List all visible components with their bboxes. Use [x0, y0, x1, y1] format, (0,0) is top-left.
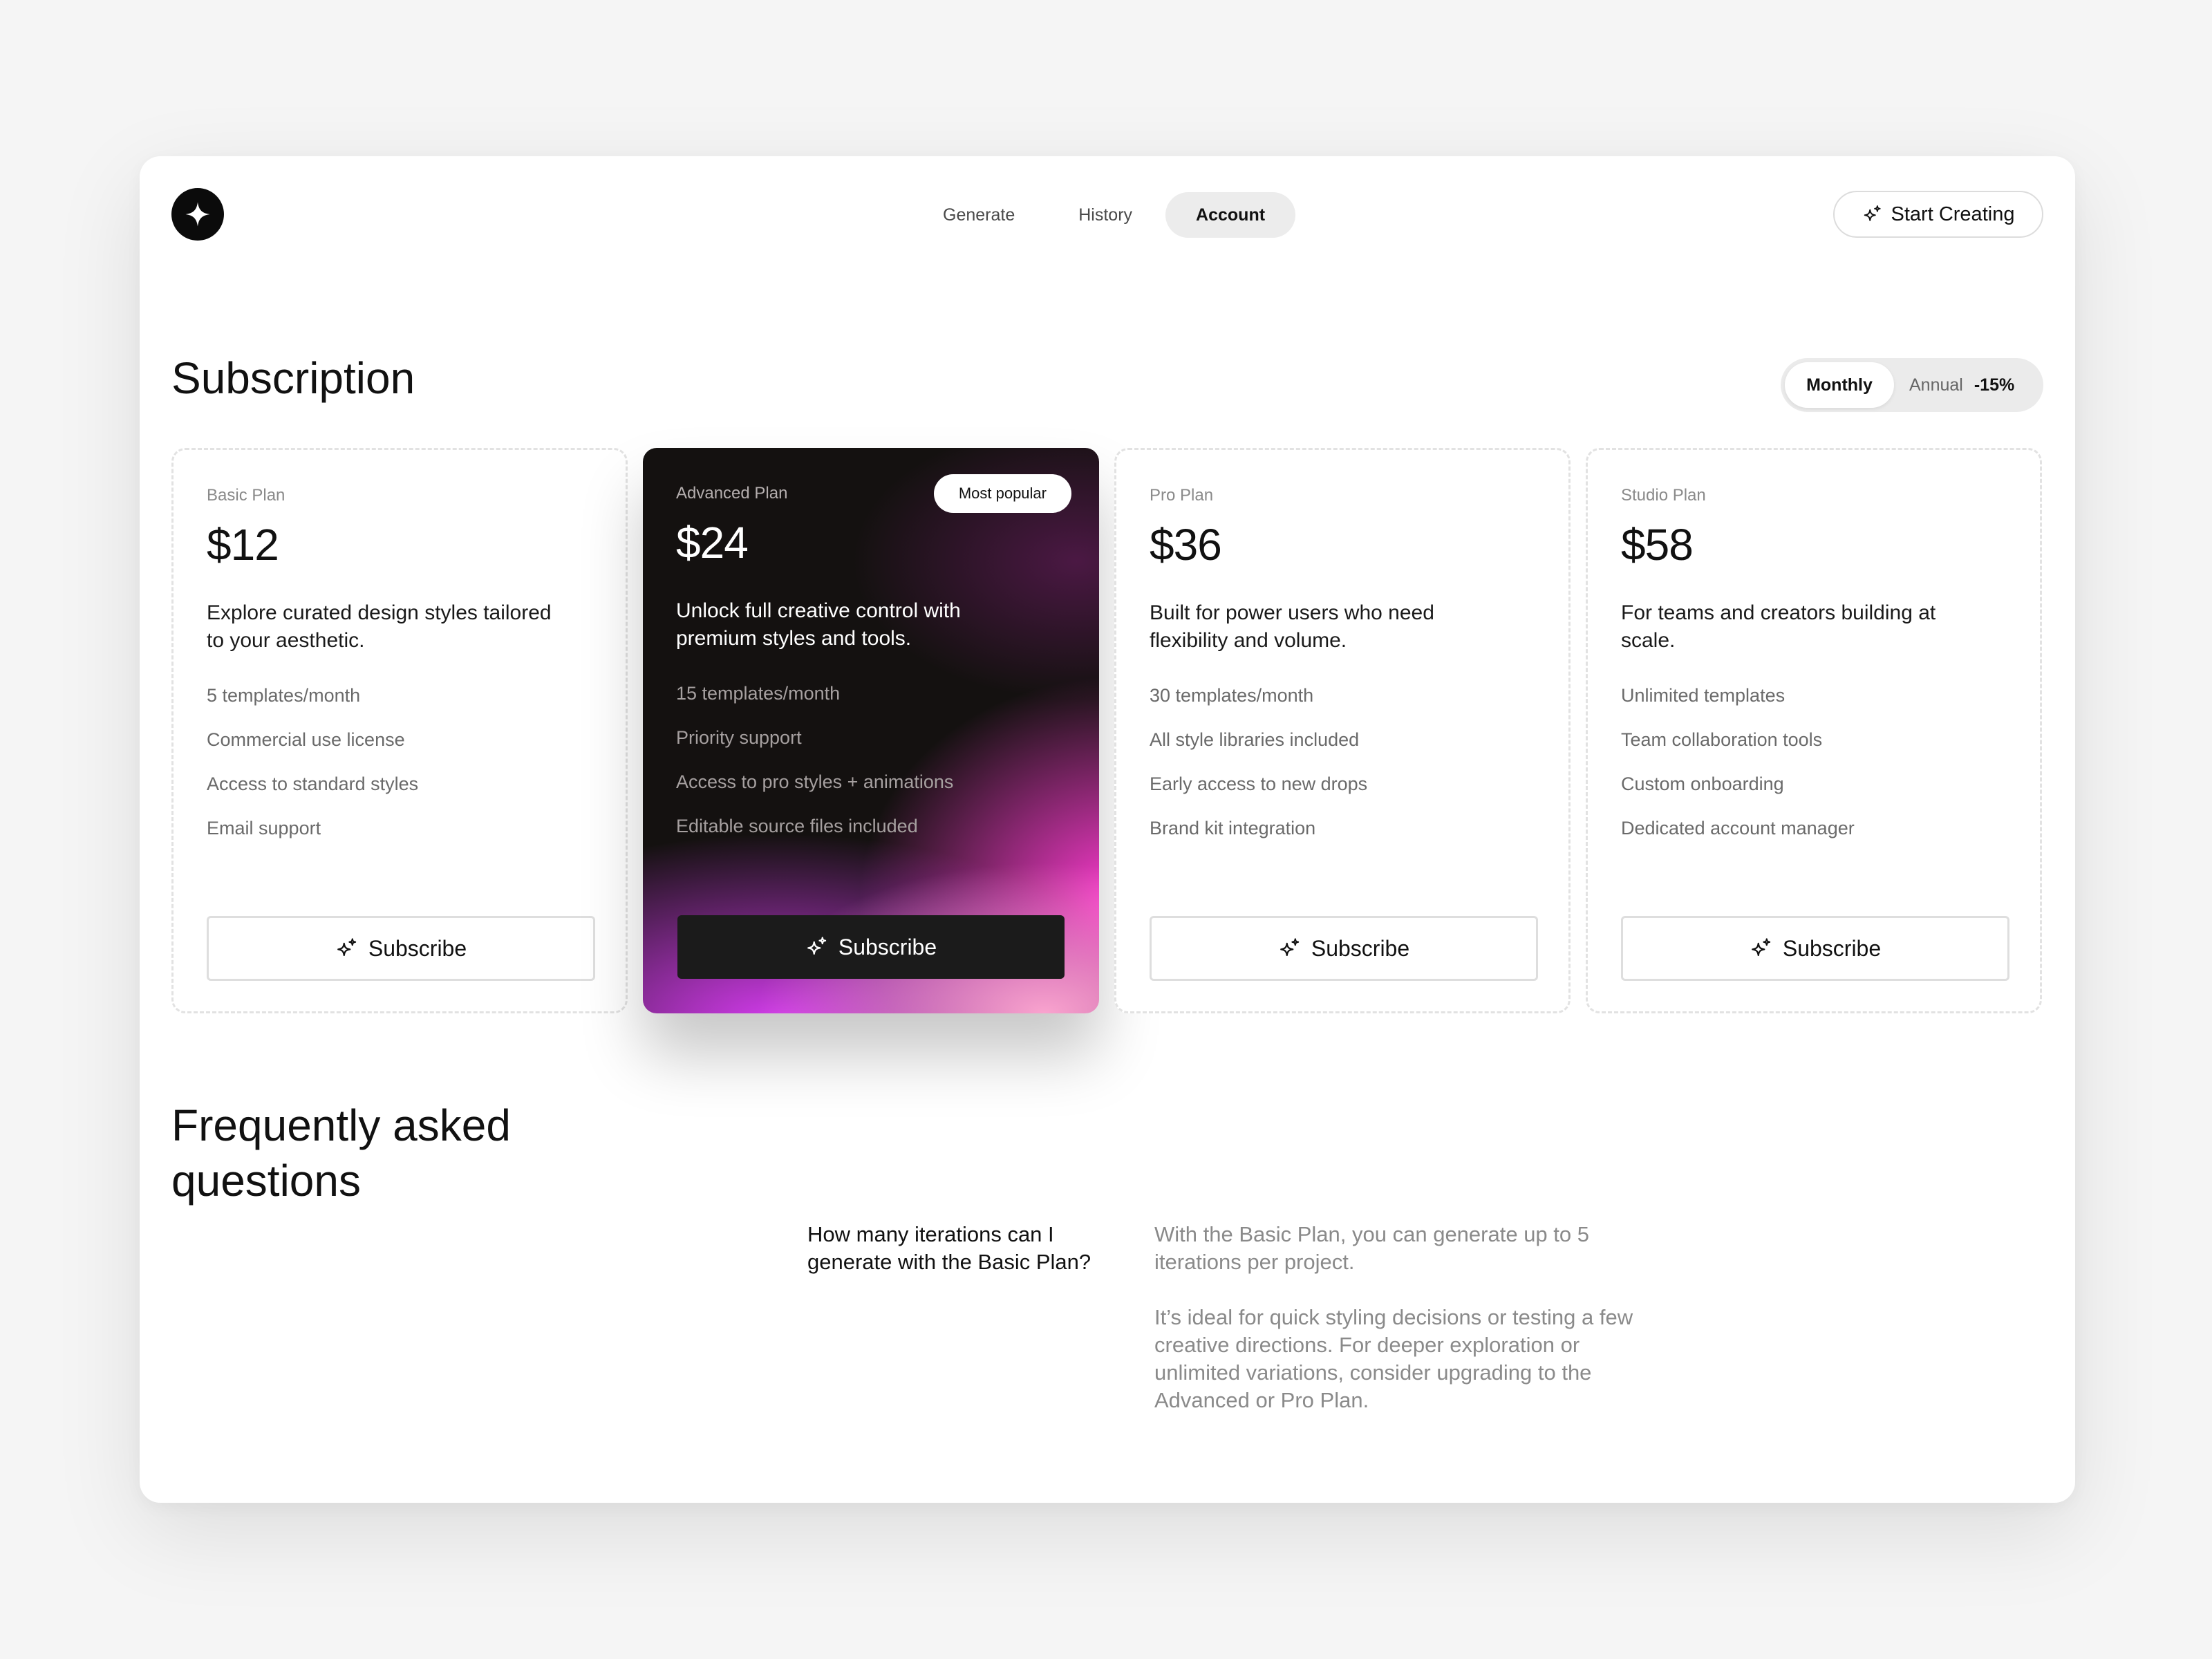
- toggle-annual[interactable]: Annual -15%: [1894, 362, 2014, 408]
- start-creating-button[interactable]: Start Creating: [1833, 191, 2043, 238]
- tab-history[interactable]: History: [1048, 192, 1163, 238]
- plan-card-advanced: Advanced Plan Most popular $24 Unlock fu…: [643, 448, 1099, 1013]
- plan-description: Explore curated design styles tailored t…: [207, 601, 552, 652]
- feature-item: Commercial use license: [207, 729, 405, 750]
- subscribe-button[interactable]: Subscribe: [1150, 916, 1538, 981]
- plan-name: Pro Plan: [1150, 486, 1214, 505]
- feature-item: Priority support: [676, 727, 802, 748]
- feature-item: 5 templates/month: [207, 685, 361, 706]
- feature-item: Team collaboration tools: [1621, 729, 1823, 750]
- billing-period-toggle: Monthly Annual -15%: [1781, 358, 2043, 412]
- feature-item: Unlimited templates: [1621, 685, 1785, 706]
- feature-item: 15 templates/month: [676, 683, 841, 704]
- feature-item: Access to standard styles: [207, 774, 419, 794]
- feature-item: Brand kit integration: [1150, 818, 1316, 838]
- subscribe-button[interactable]: Subscribe: [1621, 916, 2009, 981]
- subscribe-label: Subscribe: [368, 935, 467, 961]
- plan-description: Built for power users who need flexibili…: [1150, 601, 1434, 652]
- tab-generate[interactable]: Generate: [912, 192, 1045, 238]
- faq-answer: With the Basic Plan, you can generate up…: [1154, 1221, 1638, 1442]
- plan-card-pro: Pro Plan $36 Built for power users who n…: [1114, 448, 1571, 1013]
- subscribe-button[interactable]: Subscribe: [207, 916, 595, 981]
- plan-price: $58: [1621, 520, 1694, 570]
- page-title: Subscription: [171, 353, 415, 403]
- subscribe-label: Subscribe: [838, 934, 937, 959]
- sparkles-icon: [1280, 938, 1300, 957]
- plan-name: Studio Plan: [1621, 486, 1706, 505]
- subscribe-button[interactable]: Subscribe: [677, 915, 1065, 979]
- main-nav: Generate History Account: [912, 192, 1296, 238]
- feature-item: Custom onboarding: [1621, 774, 1784, 794]
- sparkle-icon: [185, 202, 210, 227]
- faq-title: Frequently asked questions: [171, 1100, 511, 1206]
- plan-name: Advanced Plan: [676, 484, 788, 503]
- subscribe-label: Subscribe: [1311, 935, 1410, 961]
- sparkles-icon: [1751, 938, 1771, 957]
- faq-question[interactable]: How many iterations can I generate with …: [807, 1221, 1112, 1276]
- feature-item: Access to pro styles + animations: [676, 771, 954, 792]
- feature-item: All style libraries included: [1150, 729, 1360, 750]
- app-logo[interactable]: [171, 188, 224, 241]
- feature-list: 30 templates/month All style libraries i…: [1150, 682, 1367, 859]
- sparkles-icon: [1864, 205, 1881, 221]
- faq-answer-paragraph: With the Basic Plan, you can generate up…: [1154, 1222, 1589, 1274]
- feature-item: 30 templates/month: [1150, 685, 1314, 706]
- most-popular-badge: Most popular: [933, 474, 1071, 513]
- plan-name: Basic Plan: [207, 486, 285, 505]
- sparkles-icon: [337, 938, 357, 957]
- feature-item: Editable source files included: [676, 816, 918, 836]
- faq-answer-paragraph: It’s ideal for quick styling decisions o…: [1154, 1305, 1633, 1412]
- plan-card-basic: Basic Plan $12 Explore curated design st…: [171, 448, 628, 1013]
- toggle-monthly[interactable]: Monthly: [1785, 362, 1894, 408]
- feature-item: Early access to new drops: [1150, 774, 1368, 794]
- plan-description: For teams and creators building at scale…: [1621, 601, 1936, 652]
- start-creating-label: Start Creating: [1891, 203, 2015, 225]
- plan-card-studio: Studio Plan $58 For teams and creators b…: [1586, 448, 2042, 1013]
- feature-item: Email support: [207, 818, 321, 838]
- plan-price: $24: [676, 518, 749, 568]
- feature-list: Unlimited templates Team collaboration t…: [1621, 682, 1855, 859]
- feature-list: 5 templates/month Commercial use license…: [207, 682, 418, 859]
- feature-item: Dedicated account manager: [1621, 818, 1855, 838]
- tab-account[interactable]: Account: [1165, 192, 1296, 238]
- plan-price: $36: [1150, 520, 1222, 570]
- annual-discount-badge: -15%: [1974, 375, 2015, 395]
- feature-list: 15 templates/month Priority support Acce…: [676, 680, 953, 857]
- sparkles-icon: [807, 937, 827, 955]
- plan-price: $12: [207, 520, 279, 570]
- annual-label: Annual: [1909, 375, 1963, 395]
- plan-description: Unlock full creative control with premiu…: [676, 599, 961, 650]
- subscribe-label: Subscribe: [1782, 935, 1882, 961]
